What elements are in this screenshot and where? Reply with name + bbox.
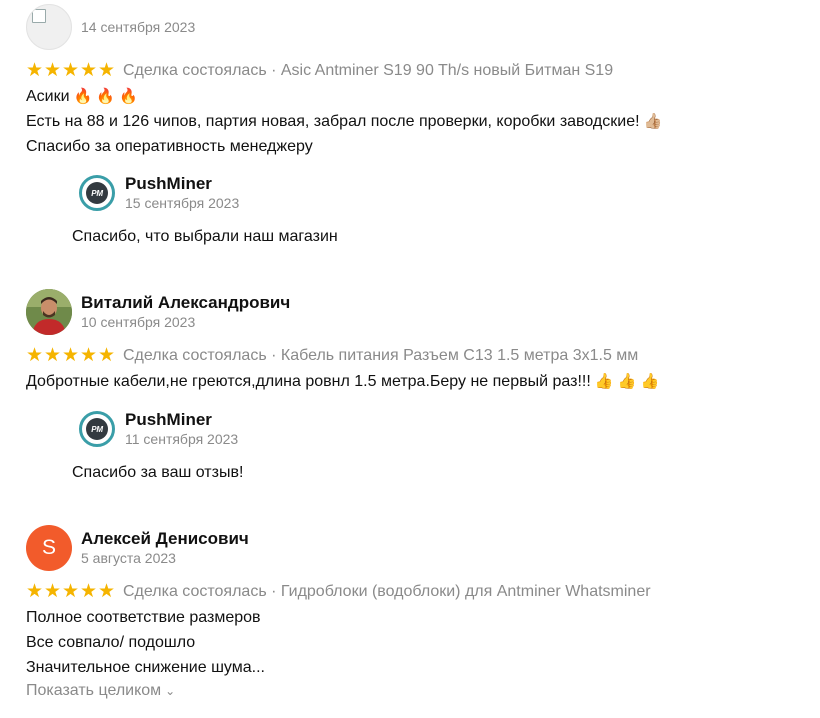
review-line: Спасибо за оперативность менеджеру [26, 138, 313, 155]
thumbs-up-emoji: 👍 👍 👍 [594, 373, 660, 390]
avatar: S [26, 525, 72, 571]
reply-header: PM PushMiner 11 сентября 2023 [79, 410, 772, 448]
pm-logo-icon: PM [86, 182, 108, 204]
star-icon: ★ [26, 60, 44, 81]
deal-text[interactable]: Сделка состоялась · Гидроблоки (водоблок… [123, 583, 651, 601]
deal-text[interactable]: Сделка состоялась · Кабель питания Разъе… [123, 347, 638, 365]
review-card: 14 сентября 2023 ★ ★ ★ ★ ★ Сделка состоя… [26, 4, 806, 159]
star-icon: ★ [80, 345, 98, 366]
reviews-feed: 14 сентября 2023 ★ ★ ★ ★ ★ Сделка состоя… [0, 0, 820, 718]
review-meta: ★ ★ ★ ★ ★ Сделка состоялась · Кабель пит… [26, 346, 806, 365]
seller-reply: PM PushMiner 15 сентября 2023 Спасибо, ч… [72, 174, 772, 248]
review-card: Виталий Александрович 10 сентября 2023 ★… [26, 289, 806, 394]
star-icon: ★ [98, 581, 116, 602]
review-line: Асики 🔥 🔥 🔥 [26, 88, 138, 105]
star-icon: ★ [44, 60, 62, 81]
star-icon: ★ [98, 60, 116, 81]
review-header: Виталий Александрович 10 сентября 2023 [26, 289, 806, 335]
show-more-link[interactable]: Показать целиком ⌄ [26, 682, 175, 700]
star-icon: ★ [62, 345, 80, 366]
review-header: 14 сентября 2023 [26, 4, 806, 50]
seller-name[interactable]: PushMiner [125, 174, 239, 194]
review-text: Асики 🔥 🔥 🔥 Есть на 88 и 126 чипов, парти… [26, 84, 806, 159]
review-card: S Алексей Денисович 5 августа 2023 ★ ★ ★… [26, 525, 806, 700]
review-line: Значительное снижение шума... [26, 659, 265, 676]
reply-date: 11 сентября 2023 [125, 431, 239, 447]
rating-stars: ★ ★ ★ ★ ★ [26, 346, 116, 365]
star-icon: ★ [80, 60, 98, 81]
seller-name[interactable]: PushMiner [125, 410, 238, 430]
reply-header: PM PushMiner 15 сентября 2023 [79, 174, 772, 212]
star-icon: ★ [80, 581, 98, 602]
star-icon: ★ [26, 581, 44, 602]
avatar [26, 289, 72, 335]
user-photo-icon [26, 289, 72, 335]
seller-logo: PM [79, 411, 115, 447]
review-line: Добротные кабели,не греются,длина ровнл … [26, 373, 660, 390]
review-meta: ★ ★ ★ ★ ★ Сделка состоялась · Asic Antmi… [26, 61, 806, 80]
review-meta: ★ ★ ★ ★ ★ Сделка состоялась · Гидроблоки… [26, 582, 806, 601]
review-date: 5 августа 2023 [81, 550, 176, 566]
star-icon: ★ [26, 345, 44, 366]
seller-reply: PM PushMiner 11 сентября 2023 Спасибо за… [72, 410, 772, 484]
avatar [26, 4, 72, 50]
star-icon: ★ [44, 345, 62, 366]
thumbs-up-emoji: 👍🏼 [643, 113, 663, 130]
rating-stars: ★ ★ ★ ★ ★ [26, 582, 116, 601]
reviewer-name[interactable]: Алексей Денисович [81, 529, 249, 549]
review-line: Полное соответствие размеров [26, 609, 261, 626]
review-line: Все совпало/ подошло [26, 634, 196, 651]
seller-logo: PM [79, 175, 115, 211]
reply-text: Спасибо, что выбрали наш магазин [72, 228, 338, 245]
fire-emoji: 🔥 🔥 🔥 [73, 88, 138, 105]
show-more-label: Показать целиком [26, 682, 162, 699]
star-icon: ★ [62, 60, 80, 81]
rating-stars: ★ ★ ★ ★ ★ [26, 61, 116, 80]
deal-text[interactable]: Сделка состоялась · Asic Antminer S19 90… [123, 62, 613, 80]
star-icon: ★ [98, 345, 116, 366]
review-text: Добротные кабели,не греются,длина ровнл … [26, 369, 806, 394]
broken-image-icon [32, 9, 46, 23]
reply-date: 15 сентября 2023 [125, 195, 240, 211]
review-line: Есть на 88 и 126 чипов, партия новая, за… [26, 113, 663, 130]
reply-text: Спасибо за ваш отзыв! [72, 464, 244, 481]
review-date: 14 сентября 2023 [81, 19, 196, 35]
chevron-down-icon: ⌄ [165, 684, 176, 698]
star-icon: ★ [44, 581, 62, 602]
star-icon: ★ [62, 581, 80, 602]
review-header: S Алексей Денисович 5 августа 2023 [26, 525, 806, 571]
pm-logo-icon: PM [86, 418, 108, 440]
reviewer-name[interactable]: Виталий Александрович [81, 293, 290, 313]
review-text: Полное соответствие размеров Все совпало… [26, 605, 806, 680]
review-date: 10 сентября 2023 [81, 314, 196, 330]
